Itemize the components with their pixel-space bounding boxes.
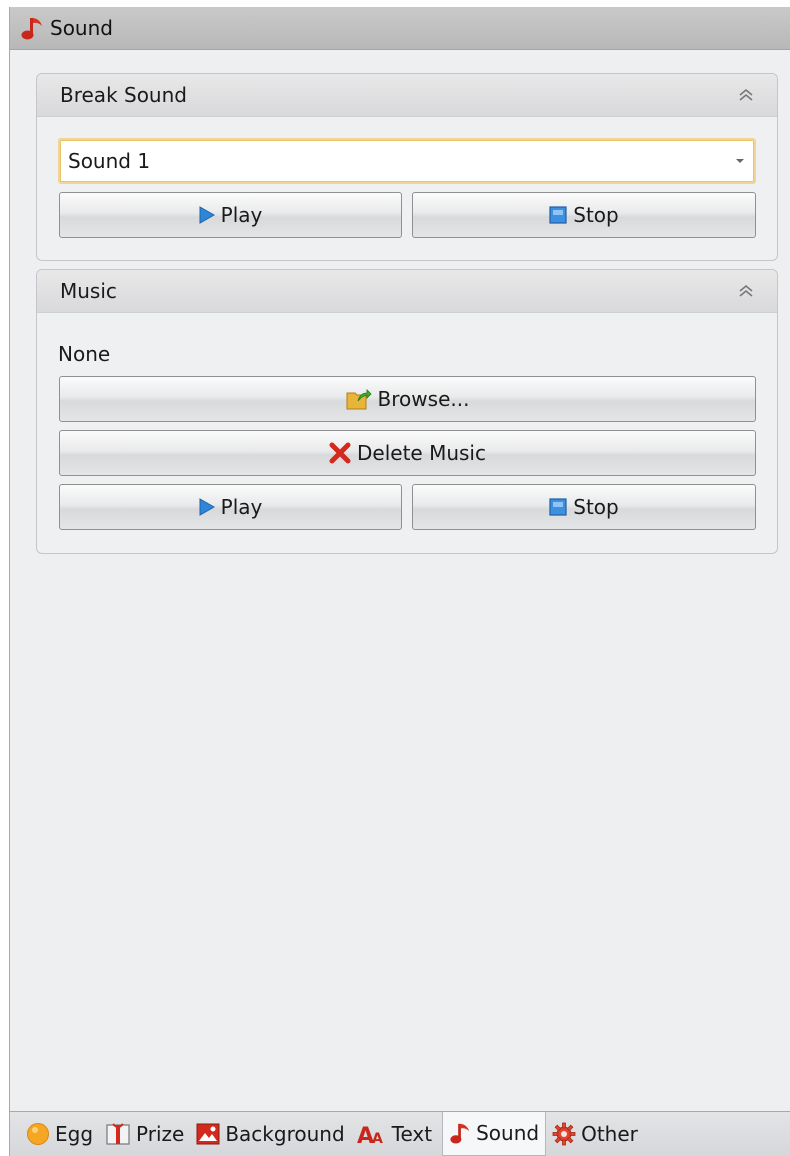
break-sound-stop-button[interactable]: Stop [412, 192, 756, 238]
tab-text[interactable]: AA Text [351, 1112, 438, 1156]
dropdown-arrow-icon[interactable] [726, 158, 754, 164]
background-image-icon [196, 1122, 220, 1146]
break-sound-title: Break Sound [60, 83, 187, 107]
panel-title: Sound [50, 16, 113, 40]
break-sound-stop-label: Stop [573, 203, 619, 227]
tab-background[interactable]: Background [190, 1112, 350, 1156]
music-title: Music [60, 279, 117, 303]
browse-label: Browse... [377, 387, 470, 411]
break-sound-header[interactable]: Break Sound [37, 74, 777, 117]
tab-other[interactable]: Other [546, 1112, 644, 1156]
tab-sound-label: Sound [476, 1121, 540, 1145]
delete-music-button[interactable]: Delete Music [59, 430, 756, 476]
collapse-chevron-icon[interactable] [735, 280, 757, 302]
break-sound-select-value: Sound 1 [68, 149, 151, 173]
collapse-chevron-icon[interactable] [735, 84, 757, 106]
stop-icon [549, 498, 567, 516]
panel-title-bar: Sound [10, 7, 790, 50]
open-folder-icon [346, 388, 372, 410]
tab-text-label: Text [391, 1122, 433, 1146]
music-play-label: Play [220, 495, 263, 519]
delete-x-icon [329, 442, 351, 464]
music-current-file: None [58, 342, 111, 366]
music-note-icon [449, 1121, 471, 1145]
egg-icon [26, 1122, 50, 1146]
gear-icon [552, 1122, 576, 1146]
music-note-icon [20, 15, 44, 41]
music-stop-label: Stop [573, 495, 619, 519]
break-sound-play-button[interactable]: Play [59, 192, 402, 238]
tab-other-label: Other [581, 1122, 638, 1146]
browse-button[interactable]: Browse... [59, 376, 756, 422]
prize-icon [105, 1122, 131, 1146]
stop-icon [549, 206, 567, 224]
play-icon [199, 206, 215, 224]
sound-panel: Sound Break Sound Sound 1 Play Stop Musi… [9, 7, 790, 1156]
tab-prize[interactable]: Prize [99, 1112, 190, 1156]
tab-background-label: Background [225, 1122, 345, 1146]
svg-text:A: A [372, 1131, 383, 1146]
tab-sound[interactable]: Sound [442, 1111, 547, 1156]
delete-music-label: Delete Music [357, 441, 486, 465]
music-play-button[interactable]: Play [59, 484, 402, 530]
break-sound-play-label: Play [220, 203, 263, 227]
tab-egg-label: Egg [55, 1122, 94, 1146]
tab-egg[interactable]: Egg [20, 1112, 99, 1156]
tab-prize-label: Prize [136, 1122, 185, 1146]
break-sound-select[interactable]: Sound 1 [58, 138, 756, 184]
text-icon: AA [357, 1122, 387, 1146]
music-stop-button[interactable]: Stop [412, 484, 756, 530]
bottom-tab-bar: Egg Prize Background AA Text Sound Other [10, 1111, 790, 1156]
music-header[interactable]: Music [37, 270, 777, 313]
play-icon [199, 498, 215, 516]
